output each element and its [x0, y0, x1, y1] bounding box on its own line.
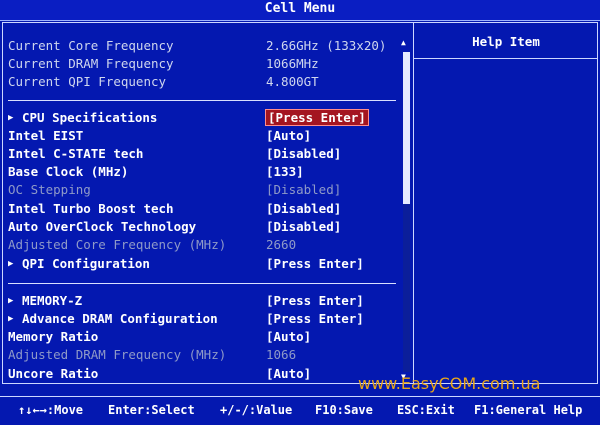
- item-value[interactable]: [Disabled]: [266, 145, 341, 163]
- key-hint-move: ↑↓←→:Move: [18, 403, 84, 417]
- item-label: Base Clock (MHz): [8, 164, 129, 179]
- help-panel-title: Help Item: [472, 34, 540, 49]
- item-value[interactable]: [133]: [266, 163, 304, 181]
- info-value: 2.66GHz (133x20): [266, 38, 387, 53]
- key-legend-bar: ↑↓←→:Move Enter:Select +/-/:Value F10:Sa…: [0, 396, 600, 425]
- item-label: QPI Configuration: [22, 256, 150, 271]
- submenu-arrow-icon: ▶: [8, 113, 14, 123]
- item-value[interactable]: [Disabled]: [266, 218, 341, 236]
- item-label: Intel EIST: [8, 128, 84, 143]
- item-value[interactable]: [Auto]: [266, 127, 311, 145]
- item-value: 2660: [266, 237, 297, 252]
- section-separator: [8, 100, 396, 101]
- submenu-arrow-icon: ▶: [8, 259, 14, 269]
- item-value[interactable]: [Press Enter]: [266, 255, 364, 273]
- item-value: [Disabled]: [266, 182, 342, 197]
- item-label: Memory Ratio: [8, 329, 99, 344]
- item-label: Advance DRAM Configuration: [22, 311, 218, 326]
- key-hint-exit: ESC:Exit: [397, 403, 455, 417]
- item-label: Intel Turbo Boost tech: [8, 201, 174, 216]
- info-label: Current QPI Frequency: [8, 74, 167, 89]
- key-hint-select: Enter:Select: [108, 403, 195, 417]
- item-value: 1066: [266, 347, 297, 362]
- item-value[interactable]: [Press Enter]: [266, 292, 364, 310]
- submenu-arrow-icon: ▶: [8, 296, 14, 306]
- item-value[interactable]: [Press Enter]: [265, 109, 369, 127]
- item-value[interactable]: [Auto]: [266, 365, 311, 383]
- help-panel-separator: [414, 58, 598, 59]
- section-separator: [8, 283, 396, 284]
- item-label: OC Stepping: [8, 182, 91, 197]
- title-bar: Cell Menu: [0, 0, 600, 21]
- panel-divider: [413, 22, 414, 384]
- watermark-logo: www.EasyCOM.com.ua: [358, 374, 541, 393]
- item-label: Adjusted Core Frequency (MHz): [8, 237, 227, 252]
- info-label: Current Core Frequency: [8, 38, 174, 53]
- scroll-up-icon[interactable]: ▲: [401, 38, 406, 47]
- submenu-arrow-icon: ▶: [8, 314, 14, 324]
- item-label: Uncore Ratio: [8, 366, 99, 381]
- page-title: Cell Menu: [264, 1, 336, 16]
- item-value[interactable]: [Press Enter]: [266, 310, 364, 328]
- item-value[interactable]: [Disabled]: [266, 200, 341, 218]
- item-value[interactable]: [Auto]: [266, 328, 311, 346]
- info-value: 1066MHz: [266, 56, 319, 71]
- info-label: Current DRAM Frequency: [8, 56, 174, 71]
- item-label: CPU Specifications: [22, 110, 158, 125]
- item-label: MEMORY-Z: [22, 293, 83, 308]
- key-hint-save: F10:Save: [315, 403, 373, 417]
- item-label: Intel C-STATE tech: [8, 146, 144, 161]
- key-hint-help: F1:General Help: [474, 403, 583, 417]
- scrollbar-thumb[interactable]: [403, 52, 410, 204]
- item-label: Auto OverClock Technology: [8, 219, 197, 234]
- info-value: 4.800GT: [266, 74, 319, 89]
- key-hint-value: +/-/:Value: [220, 403, 293, 417]
- item-label: Adjusted DRAM Frequency (MHz): [8, 347, 227, 362]
